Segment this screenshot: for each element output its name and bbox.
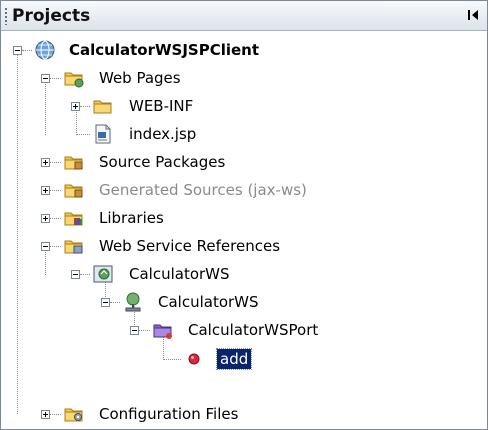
tree-connector-line (163, 359, 181, 360)
drag-grip-icon[interactable] (4, 7, 8, 25)
tree-item-label: index.jsp (129, 125, 197, 143)
tree-row-generated-sources[interactable]: Generated Sources (jax-ws) (1, 176, 487, 204)
tree-connector-line (76, 134, 90, 135)
collapse-toggle[interactable] (130, 326, 139, 335)
tree-row-project[interactable]: CalculatorWSJSPClient (1, 36, 487, 64)
collapse-toggle[interactable] (13, 46, 22, 55)
source-packages-folder-icon (63, 151, 85, 173)
tree-item-label: Libraries (99, 209, 164, 227)
tree-row-calculator-ws-service[interactable]: CalculatorWS (1, 288, 487, 316)
tree-item-label: WEB-INF (129, 97, 194, 115)
collapse-toggle[interactable] (41, 74, 50, 83)
tree-connector-line (80, 106, 90, 107)
tree-connector-line (22, 50, 32, 51)
projects-panel-header: Projects (1, 1, 487, 31)
collapse-toggle[interactable] (71, 270, 80, 279)
expand-toggle[interactable] (71, 102, 80, 111)
minimize-arrow-icon[interactable] (467, 8, 481, 22)
tree-item-label: CalculatorWSPort (188, 321, 319, 339)
expand-toggle[interactable] (41, 410, 50, 419)
tree-row-web-inf[interactable]: WEB-INF (1, 92, 487, 120)
project-tree: CalculatorWSJSPClient Web Pages WEB-INF … (1, 31, 487, 429)
web-service-icon (122, 291, 144, 313)
tree-connector-line (50, 414, 61, 415)
tree-row-index-jsp[interactable]: index.jsp (1, 120, 487, 148)
libraries-folder-icon (63, 207, 85, 229)
tree-row-web-pages[interactable]: Web Pages (1, 64, 487, 92)
tree-item-label: CalculatorWSJSPClient (69, 41, 260, 59)
expand-toggle[interactable] (41, 158, 50, 167)
tree-connector-line (50, 218, 61, 219)
tree-item-label: CalculatorWS (129, 265, 230, 283)
configuration-files-folder-icon (63, 403, 85, 425)
tree-row-libraries[interactable]: Libraries (1, 204, 487, 232)
web-service-reference-icon (92, 263, 114, 285)
tree-item-label: Generated Sources (jax-ws) (99, 181, 307, 199)
tree-item-label: Web Service References (99, 237, 281, 255)
panel-title: Projects (12, 6, 91, 26)
tree-item-label: CalculatorWS (158, 293, 259, 311)
tree-connector-line (50, 162, 61, 163)
expand-toggle[interactable] (41, 186, 50, 195)
tree-row-configuration-files[interactable]: Configuration Files (1, 400, 487, 428)
generated-sources-folder-icon (63, 179, 85, 201)
tree-connector-line (50, 78, 61, 79)
port-folder-icon (152, 319, 174, 341)
collapse-toggle[interactable] (101, 298, 110, 307)
web-service-references-folder-icon (63, 235, 85, 257)
tree-item-label: Source Packages (99, 153, 226, 171)
operation-icon (183, 348, 205, 370)
tree-row-source-packages[interactable]: Source Packages (1, 148, 487, 176)
tree-connector-line (50, 190, 61, 191)
tree-connector-line (50, 246, 61, 247)
tree-row-web-service-references[interactable]: Web Service References (1, 232, 487, 260)
tree-row-add-operation[interactable]: add (1, 345, 487, 373)
jsp-file-icon (92, 123, 114, 145)
tree-item-label-selected: add (215, 348, 253, 370)
projects-window: Projects CalculatorWSJSPClient Web Pages… (0, 0, 488, 430)
tree-row-calculator-ws-port[interactable]: CalculatorWSPort (1, 316, 487, 344)
tree-connector-line (139, 330, 150, 331)
tree-connector-line (110, 302, 120, 303)
tree-item-label: Web Pages (99, 69, 181, 87)
tree-item-label: Configuration Files (99, 405, 239, 423)
web-project-globe-icon (34, 39, 56, 61)
expand-toggle[interactable] (41, 214, 50, 223)
collapse-toggle[interactable] (41, 242, 50, 251)
tree-connector-line (80, 274, 90, 275)
folder-icon (92, 95, 114, 117)
web-pages-folder-icon (63, 67, 85, 89)
tree-row-calculator-ws-reference[interactable]: CalculatorWS (1, 260, 487, 288)
